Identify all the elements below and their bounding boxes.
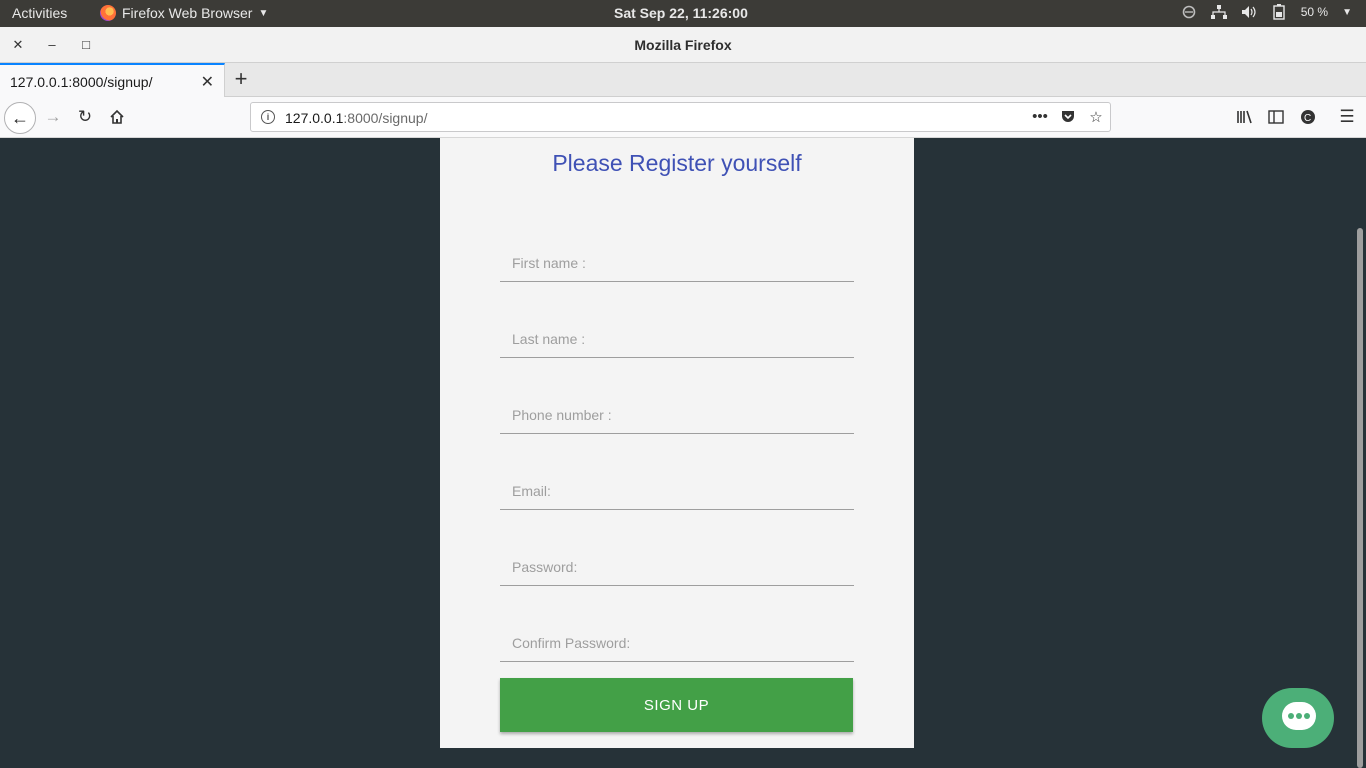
volume-icon[interactable] xyxy=(1241,4,1257,20)
sidebar-icon[interactable] xyxy=(1265,106,1287,128)
first-name-field[interactable] xyxy=(500,238,854,282)
tab-signup[interactable]: 127.0.0.1:8000/signup/ ✕ xyxy=(0,63,225,97)
chevron-down-icon: ▼ xyxy=(258,7,269,19)
home-icon[interactable] xyxy=(106,106,128,128)
password-field[interactable] xyxy=(500,542,854,586)
last-name-field[interactable] xyxy=(500,314,854,358)
firefox-icon xyxy=(100,5,116,21)
window-title: Mozilla Firefox xyxy=(634,37,732,53)
clock[interactable]: Sat Sep 22, 11:26:00 xyxy=(614,5,748,21)
email-input[interactable] xyxy=(500,466,854,509)
confirm-password-field[interactable] xyxy=(500,618,854,662)
confirm-password-input[interactable] xyxy=(500,618,854,661)
url-text[interactable]: 127.0.0.1:8000/signup/ xyxy=(285,110,427,126)
extension-icon[interactable]: C xyxy=(1297,106,1319,128)
update-icon[interactable] xyxy=(1181,4,1197,20)
password-input[interactable] xyxy=(500,542,854,585)
star-icon[interactable]: ☆ xyxy=(1087,108,1105,126)
chevron-down-icon[interactable]: ▼ xyxy=(1342,7,1352,18)
app-menu[interactable]: Firefox Web Browser ▼ xyxy=(100,5,268,21)
tab-strip: 127.0.0.1:8000/signup/ ✕ + xyxy=(0,63,1366,97)
scrollbar-thumb[interactable] xyxy=(1357,228,1363,768)
phone-number-input[interactable] xyxy=(500,390,854,433)
system-top-bar: Activities Firefox Web Browser ▼ Sat Sep… xyxy=(0,0,1366,27)
menu-icon[interactable]: ☰ xyxy=(1336,106,1358,128)
more-icon[interactable]: ••• xyxy=(1031,108,1049,125)
close-tab-icon[interactable]: ✕ xyxy=(201,72,214,92)
info-icon[interactable]: i xyxy=(261,110,275,124)
activities-button[interactable]: Activities xyxy=(12,5,67,21)
tab-label: 127.0.0.1:8000/signup/ xyxy=(10,74,153,90)
phone-number-field[interactable] xyxy=(500,390,854,434)
sign-up-button[interactable]: SIGN UP xyxy=(500,678,853,732)
signup-card: Please Register yourself SIGN UP xyxy=(440,138,914,748)
svg-text:C: C xyxy=(1304,113,1311,124)
chat-button[interactable] xyxy=(1262,688,1334,748)
pocket-icon[interactable] xyxy=(1059,108,1077,128)
url-bar[interactable]: i 127.0.0.1:8000/signup/ ••• ☆ xyxy=(250,102,1111,132)
last-name-input[interactable] xyxy=(500,314,854,357)
reload-icon[interactable]: ↻ xyxy=(74,106,96,128)
network-icon[interactable] xyxy=(1210,4,1227,20)
page-title: Please Register yourself xyxy=(552,150,802,176)
system-tray[interactable]: 50 % ▼ xyxy=(1181,4,1352,20)
back-arrow-icon[interactable]: ← xyxy=(4,102,36,134)
chat-icon xyxy=(1282,702,1316,730)
email-field[interactable] xyxy=(500,466,854,510)
battery-icon[interactable] xyxy=(1271,4,1287,20)
app-menu-label: Firefox Web Browser xyxy=(122,5,253,21)
first-name-input[interactable] xyxy=(500,238,854,281)
url-host: 127.0.0.1 xyxy=(285,110,344,126)
battery-percentage: 50 % xyxy=(1300,5,1329,19)
new-tab-button[interactable]: + xyxy=(231,66,251,92)
page-content: Please Register yourself SIGN UP xyxy=(0,138,1354,768)
url-path: :8000/signup/ xyxy=(343,110,428,126)
library-icon[interactable] xyxy=(1234,106,1256,128)
navigation-toolbar: ← → ↻ i 127.0.0.1:8000/signup/ ••• ☆ C ☰ xyxy=(0,97,1366,138)
forward-arrow-icon[interactable]: → xyxy=(42,106,64,128)
window-title-bar: ✕ – □ Mozilla Firefox xyxy=(0,27,1366,63)
page-scrollbar[interactable] xyxy=(1354,138,1366,768)
